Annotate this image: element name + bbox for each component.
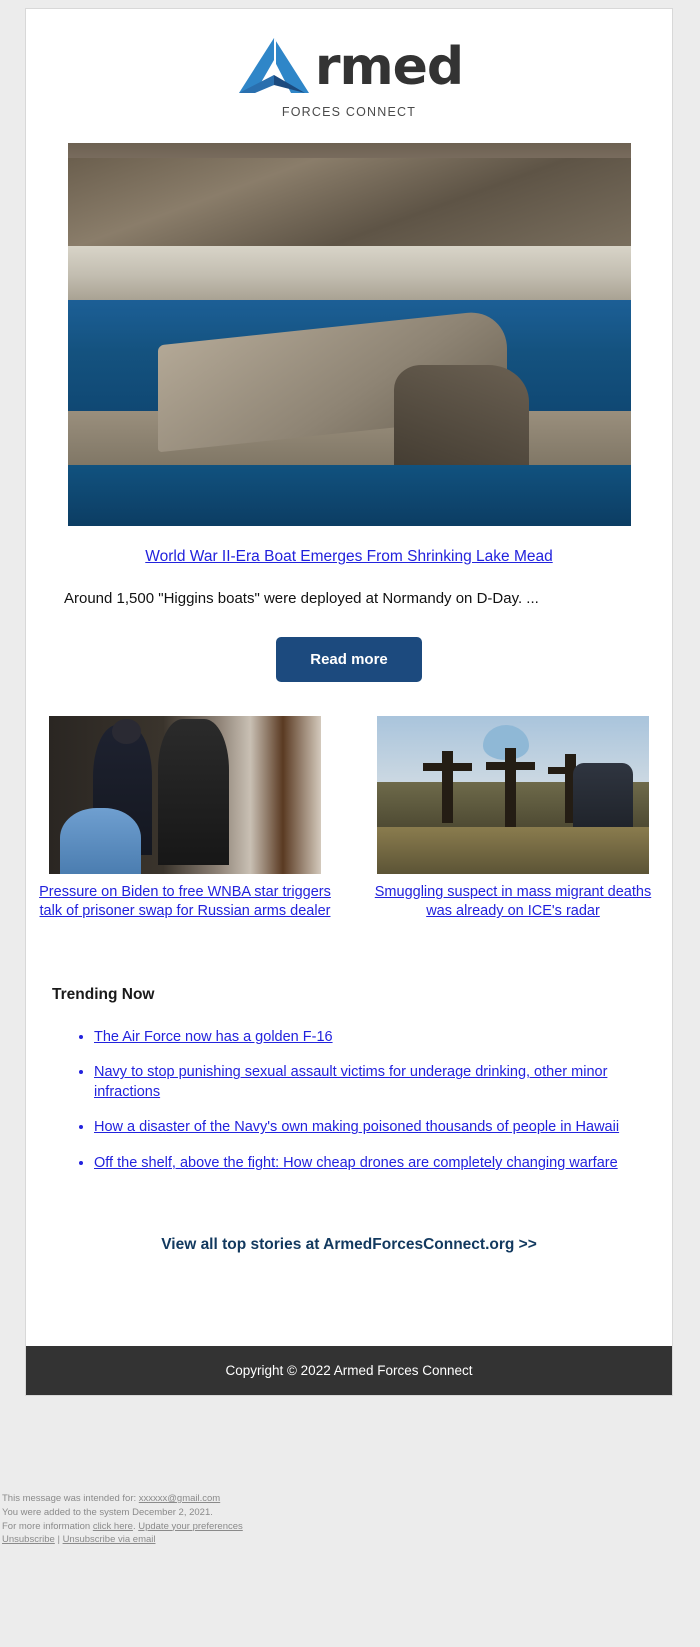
email-fineprint: This message was intended for: xxxxxx@gm…: [2, 1492, 692, 1547]
trending-link-4[interactable]: Off the shelf, above the fight: How chea…: [94, 1155, 618, 1171]
fineprint-recipient-line: This message was intended for: xxxxxx@gm…: [2, 1492, 692, 1506]
trending-link-2[interactable]: Navy to stop punishing sexual assault vi…: [94, 1064, 607, 1100]
triangle-logo-icon: [238, 38, 309, 93]
fineprint-added-line: You were added to the system December 2,…: [2, 1506, 213, 1518]
story-1-image[interactable]: [49, 716, 321, 874]
view-all-link[interactable]: View all top stories at ArmedForcesConne…: [161, 1236, 537, 1253]
unsubscribe-via-email-link[interactable]: Unsubscribe via email: [63, 1534, 156, 1545]
story-2-image[interactable]: [377, 716, 649, 874]
click-here-link[interactable]: click here: [93, 1521, 133, 1532]
trending-link-3[interactable]: How a disaster of the Navy's own making …: [94, 1119, 619, 1135]
story-1-title: Pressure on Biden to free WNBA star trig…: [39, 883, 331, 921]
list-item: The Air Force now has a golden F-16: [94, 1028, 652, 1048]
fineprint-info-line: For more information click here. Update …: [2, 1520, 692, 1534]
view-all-section: View all top stories at ArmedForcesConne…: [26, 1236, 672, 1254]
unsubscribe-link[interactable]: Unsubscribe: [2, 1534, 55, 1545]
logo-wordmark: rmed: [314, 37, 464, 97]
fineprint-info-label: For more information: [2, 1520, 93, 1532]
email-header: rmed FORCES CONNECT: [26, 9, 672, 143]
hero-cta-container: Read more: [46, 637, 652, 682]
hero-image[interactable]: [67, 143, 631, 526]
trending-heading: Trending Now: [52, 985, 155, 1003]
logo-tagline: FORCES CONNECT: [281, 105, 417, 119]
copyright-bar: Copyright © 2022 Armed Forces Connect: [26, 1345, 672, 1395]
hero-story: World War II-Era Boat Emerges From Shrin…: [26, 143, 672, 682]
story-2-title: Smuggling suspect in mass migrant deaths…: [367, 883, 659, 921]
bottom-spacer: [26, 1254, 672, 1346]
trending-link-1[interactable]: The Air Force now has a golden F-16: [94, 1029, 333, 1045]
fineprint-recipient-label: This message was intended for:: [2, 1493, 139, 1504]
hero-title: World War II-Era Boat Emerges From Shrin…: [46, 548, 652, 566]
list-item: How a disaster of the Navy's own making …: [94, 1118, 652, 1138]
story-2-title-link[interactable]: Smuggling suspect in mass migrant deaths…: [375, 884, 651, 919]
brand-logo[interactable]: rmed FORCES CONNECT: [235, 35, 464, 119]
read-more-button[interactable]: Read more: [276, 637, 422, 682]
secondary-stories: Pressure on Biden to free WNBA star trig…: [26, 716, 672, 936]
trending-section: Trending Now The Air Force now has a gol…: [26, 986, 672, 1174]
trending-list: The Air Force now has a golden F-16 Navy…: [52, 1028, 652, 1174]
list-item: Navy to stop punishing sexual assault vi…: [94, 1063, 652, 1102]
story-1-title-link[interactable]: Pressure on Biden to free WNBA star trig…: [39, 884, 331, 919]
hero-title-link[interactable]: World War II-Era Boat Emerges From Shrin…: [145, 548, 552, 565]
fineprint-unsubscribe-line: Unsubscribe | Unsubscribe via email: [2, 1533, 692, 1547]
recipient-email-link[interactable]: xxxxxx@gmail.com: [139, 1493, 220, 1504]
email-newsletter-page: rmed FORCES CONNECT World War II-Era Boa…: [0, 0, 700, 1647]
story-card-2: Smuggling suspect in mass migrant deaths…: [367, 716, 659, 936]
unsubscribe-separator: |: [54, 1534, 63, 1546]
hero-description: Around 1,500 "Higgins boats" were deploy…: [64, 590, 539, 607]
story-card-1: Pressure on Biden to free WNBA star trig…: [39, 716, 331, 936]
email-body-card: rmed FORCES CONNECT World War II-Era Boa…: [25, 8, 673, 1396]
list-item: Off the shelf, above the fight: How chea…: [94, 1154, 652, 1174]
update-preferences-link[interactable]: Update your preferences: [138, 1521, 243, 1532]
